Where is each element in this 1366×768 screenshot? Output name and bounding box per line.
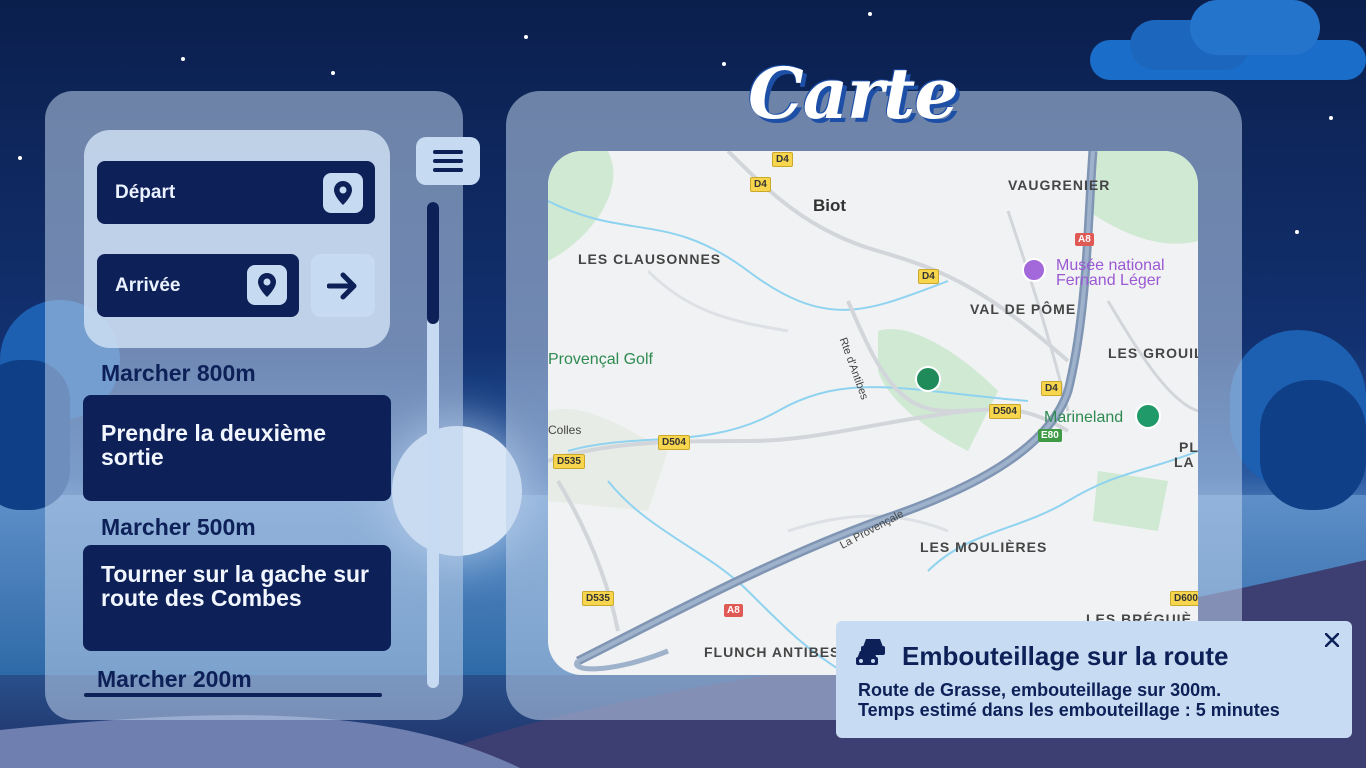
road-tag: D504: [989, 404, 1021, 419]
step-instruction[interactable]: Prendre la deuxième sortie: [83, 395, 391, 501]
location-pin-icon: [258, 273, 276, 297]
hamburger-icon: [433, 150, 463, 172]
notification-body: Route de Grasse, embouteillage sur 300m.…: [858, 680, 1280, 720]
step-distance: Marcher 800m: [101, 360, 256, 386]
map-label-marineland: Marineland: [1044, 409, 1124, 426]
close-button[interactable]: [1320, 628, 1344, 652]
road-tag: A8: [724, 604, 743, 617]
road-tag: D4: [750, 177, 771, 192]
departure-label: Départ: [115, 181, 176, 203]
notification-line: Temps estimé dans les embouteillage : 5 …: [858, 700, 1280, 720]
map-label-moulieres: LES MOULIÈRES: [920, 539, 1048, 555]
road-tag: D600: [1170, 591, 1198, 606]
menu-button[interactable]: [416, 137, 480, 185]
road-tag: D4: [772, 152, 793, 167]
road-tag: D4: [1041, 381, 1062, 396]
page-title: Carte: [748, 52, 959, 135]
close-icon: [1325, 633, 1339, 647]
location-pin-icon: [334, 181, 352, 205]
traffic-jam-icon: [856, 639, 885, 665]
notification-title: Embouteillage sur la route: [902, 641, 1229, 671]
scrollbar-thumb[interactable]: [427, 202, 439, 324]
map-label-pl: PL: [1179, 439, 1198, 455]
map-label-vaugrenier: VAUGRENIER: [1008, 177, 1111, 193]
map-label-colles: Colles: [548, 423, 582, 437]
road-tag: A8: [1075, 233, 1094, 246]
road-tag: D4: [918, 269, 939, 284]
departure-location-button[interactable]: [323, 173, 363, 213]
step-instruction-text: Tourner sur la gache sur route des Combe…: [101, 561, 369, 611]
map-label-biot: Biot: [813, 196, 847, 215]
map-label-clausonnes: LES CLAUSONNES: [578, 251, 722, 267]
notification-line: Route de Grasse, embouteillage sur 300m.: [858, 680, 1222, 700]
arrow-right-icon: [327, 272, 357, 299]
go-button[interactable]: [311, 254, 375, 317]
map-label-provencal-golf: Provençal Golf: [548, 351, 653, 368]
divider: [84, 693, 382, 697]
step-instruction-text: Prendre la deuxième sortie: [101, 420, 326, 470]
arrival-location-button[interactable]: [247, 265, 287, 305]
step-instruction[interactable]: Tourner sur la gache sur route des Combe…: [83, 545, 391, 651]
map-label-musee-2: Fernand Léger: [1056, 272, 1161, 289]
step-distance: Marcher 200m: [97, 666, 252, 692]
map-label-flunch: FLUNCH ANTIBES: [704, 644, 841, 660]
road-tag: E80: [1038, 429, 1062, 442]
map-label-grouill: LES GROUIL: [1108, 345, 1198, 361]
map-label-la: LA: [1174, 454, 1195, 470]
map-view[interactable]: Biot VAUGRENIER LES CLAUSONNES Musée nat…: [548, 151, 1198, 675]
road-tag: D535: [553, 454, 585, 469]
road-tag: D504: [658, 435, 690, 450]
map-label-val-de-pome: VAL DE PÔME: [970, 301, 1077, 317]
step-distance: Marcher 500m: [101, 514, 256, 540]
road-tag: D535: [582, 591, 614, 606]
arrival-label: Arrivée: [115, 274, 181, 296]
